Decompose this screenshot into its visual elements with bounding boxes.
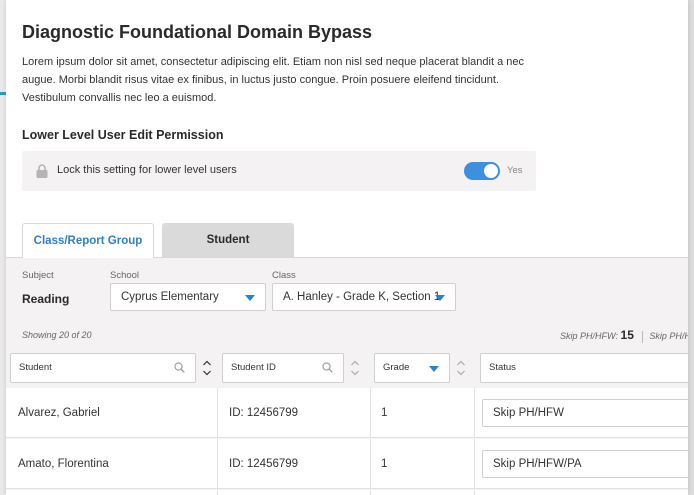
divider	[370, 490, 371, 495]
status-filter-input[interactable]: Status	[480, 353, 688, 383]
search-icon	[322, 362, 333, 373]
class-label: Class	[272, 270, 296, 281]
page-description: Lorem ipsum dolor sit amet, consectetur …	[22, 56, 524, 104]
class-select[interactable]: A. Hanley - Grade K, Section 1	[272, 283, 456, 311]
student-grade: 1	[381, 407, 388, 419]
status-field[interactable]: Skip PH/HFW	[482, 399, 688, 427]
status-value: Skip PH/HFW	[493, 407, 564, 419]
student-name[interactable]: Alvarez, Gabriel	[18, 388, 100, 438]
divider	[217, 388, 218, 438]
divider	[642, 330, 644, 343]
school-label: School	[110, 270, 140, 281]
student-id: ID: 12456799	[229, 407, 299, 419]
lock-setting-label: Lock this setting for lower level users	[57, 164, 237, 176]
chevron-down-icon	[429, 366, 439, 372]
backdrop-edge	[688, 0, 694, 495]
lock-setting-toggle[interactable]	[464, 162, 500, 180]
table-row[interactable]: Amato, Florentina ID: 12456799 1 Skip PH…	[6, 439, 688, 489]
table-row	[6, 490, 688, 495]
subject-label: Subject	[22, 270, 54, 281]
lock-icon	[36, 164, 48, 178]
divider	[474, 388, 475, 438]
sort-icon[interactable]	[456, 359, 466, 377]
divider	[474, 439, 475, 489]
search-icon	[174, 362, 185, 373]
subject-value: Reading	[22, 292, 70, 306]
school-select[interactable]: Cyprus Elementary	[110, 283, 266, 311]
chevron-down-icon	[245, 295, 255, 301]
status-value: Skip PH/HFW/PA	[493, 458, 582, 470]
divider	[217, 439, 218, 489]
student-column-header: Student	[19, 362, 52, 373]
student-filter-input[interactable]: Student	[10, 353, 196, 383]
student-grade: 1	[381, 458, 388, 470]
lock-setting-row: Lock this setting for lower level users …	[22, 151, 536, 191]
student-name[interactable]: Amato, Florentina	[18, 439, 109, 489]
settings-panel: Diagnostic Foundational Domain Bypass Lo…	[6, 0, 688, 495]
roster-area: Subject Reading School Cyprus Elementary…	[6, 257, 688, 495]
tab-student[interactable]: Student	[162, 223, 294, 257]
class-select-value: A. Hanley - Grade K, Section 1	[283, 291, 441, 303]
permission-heading: Lower Level User Edit Permission	[22, 128, 224, 142]
sort-icon[interactable]	[202, 359, 212, 377]
table-row[interactable]: Alvarez, Gabriel ID: 12456799 1 Skip PH/…	[6, 388, 688, 438]
divider	[370, 388, 371, 438]
skip-summary-count: 15	[620, 328, 634, 342]
grade-filter-select[interactable]: Grade	[374, 353, 450, 383]
student-id-column-header: Student ID	[231, 362, 276, 373]
status-column-header: Status	[489, 362, 516, 373]
chevron-down-icon	[435, 295, 445, 301]
divider	[474, 490, 475, 495]
skip-summary-label: Skip PH/HFW:	[560, 331, 619, 341]
divider	[217, 490, 218, 495]
divider	[370, 439, 371, 489]
toggle-state-label: Yes	[507, 165, 523, 176]
status-field[interactable]: Skip PH/HFW/PA	[482, 450, 688, 478]
school-select-value: Cyprus Elementary	[121, 291, 219, 303]
skip-summary: Skip PH/HFW: 15 Skip PH/H	[560, 328, 688, 343]
page-title: Diagnostic Foundational Domain Bypass	[22, 22, 373, 42]
student-id: ID: 12456799	[229, 458, 299, 470]
grade-column-header: Grade	[383, 362, 410, 373]
student-id-filter-input[interactable]: Student ID	[222, 353, 344, 383]
sort-icon[interactable]	[350, 359, 360, 377]
showing-count: Showing 20 of 20	[22, 330, 92, 340]
skip-summary-label-2: Skip PH/H	[649, 331, 688, 341]
toggle-knob	[484, 164, 498, 178]
tab-class-report-group[interactable]: Class/Report Group	[22, 223, 154, 258]
